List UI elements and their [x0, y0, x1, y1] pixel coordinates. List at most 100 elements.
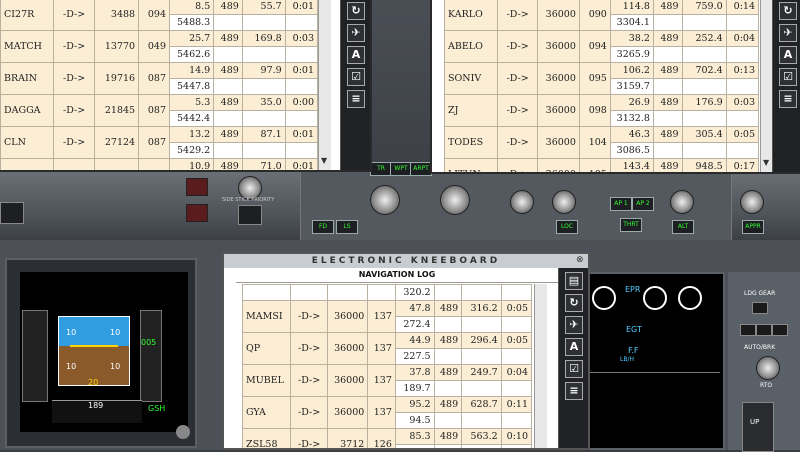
kneeboard-toolbar: ↻ ✈ A ☑ ≡	[340, 0, 370, 170]
checklist-icon[interactable]: ☑	[347, 68, 365, 86]
master-caution-light[interactable]	[186, 204, 208, 222]
waypoint-cell: ARTOV	[0, 158, 55, 170]
aircraft-icon[interactable]: ✈	[347, 24, 365, 42]
glareshield-switch-left[interactable]	[0, 202, 24, 224]
table-row[interactable]: SONIV -D-> 36000 095 106.2 489 702.4 0:13	[444, 62, 759, 95]
empty-cell	[433, 380, 463, 397]
time-cell: 0:01	[284, 62, 318, 79]
autobrk-label: AUTO/BRK	[744, 344, 776, 351]
scrollbar[interactable]	[534, 284, 547, 448]
table-row[interactable]: CI27R -D-> 3488 094 8.5 489 55.7 0:01	[0, 0, 318, 31]
time-cell: 0:11	[500, 396, 532, 413]
refresh-icon[interactable]: ↻	[347, 2, 365, 20]
empty-cell	[284, 46, 318, 63]
time-cell: 0:01	[284, 126, 318, 143]
table-row[interactable]: ARTOV-D->3146507510.948971.00:01	[0, 158, 318, 170]
table-row[interactable]: MATCH -D-> 13770 049 25.7 489 169.8 0:03	[0, 30, 318, 63]
pfd-brightness-knob[interactable]	[176, 425, 190, 439]
scrollbar[interactable]: ▼	[318, 0, 331, 170]
table-row[interactable]: DAGGA -D-> 21845 087 5.3 489 35.0 0:00	[0, 94, 318, 127]
table-row[interactable]: ZSL58 -D-> 3712 126 85.3 489 563.2 0:10	[242, 428, 532, 448]
appr-button[interactable]: APPR	[742, 220, 764, 234]
refresh-icon[interactable]: ↻	[565, 294, 583, 312]
waypoint-cell: MATCH	[0, 30, 55, 63]
altitude-cell: 31465	[93, 158, 140, 170]
table-row[interactable]: LITUN-D->36000105143.4489948.50:17	[444, 158, 759, 172]
efis-tr-button[interactable]: TR	[370, 162, 392, 176]
table-row[interactable]: GYA -D-> 36000 137 95.2 489 628.7 0:11	[242, 396, 532, 429]
altitude-cell: 19716	[93, 62, 140, 95]
alt-knob[interactable]	[670, 190, 694, 214]
table-row[interactable]: QP -D-> 36000 137 44.9 489 296.4 0:05	[242, 332, 532, 365]
empty-cell	[681, 110, 727, 127]
gear-lever[interactable]	[742, 402, 774, 452]
fd-button[interactable]: FD	[312, 220, 334, 234]
text-icon[interactable]: A	[347, 46, 365, 64]
table-row: 320.2	[242, 284, 532, 301]
table-row[interactable]: ZJ -D-> 36000 098 26.9 489 176.9 0:03	[444, 94, 759, 127]
checklist-icon[interactable]: ☑	[565, 360, 583, 378]
close-icon[interactable]: ⊗	[576, 255, 584, 265]
time-cell: 0:01	[284, 0, 318, 15]
ap1-button[interactable]: AP 1	[610, 197, 632, 211]
vs-knob[interactable]	[740, 190, 764, 214]
aircraft-icon[interactable]: ✈	[565, 316, 583, 334]
spd-knob[interactable]	[510, 190, 534, 214]
empty-cell	[213, 46, 243, 63]
direct-to-cell: -D->	[497, 30, 539, 63]
loc-button[interactable]: LOC	[556, 220, 578, 234]
hdg-knob[interactable]	[552, 190, 576, 214]
efis-mode-knob[interactable]	[370, 185, 400, 215]
athr-button[interactable]: THRT	[620, 218, 642, 232]
text-icon[interactable]: A	[565, 338, 583, 356]
table-row[interactable]: TODES -D-> 36000 104 46.3 489 305.4 0:05	[444, 126, 759, 159]
autobrake-knob[interactable]	[756, 356, 780, 380]
pitch-label-20: 20	[88, 378, 99, 387]
fuel-used-cell: 87.1	[241, 126, 286, 143]
text-icon[interactable]: A	[779, 46, 797, 64]
scroll-down-arrow[interactable]: ▼	[763, 158, 769, 167]
table-row[interactable]: MUBEL -D-> 36000 137 37.8 489 249.7 0:04	[242, 364, 532, 397]
document-icon[interactable]: ≡	[565, 382, 583, 400]
empty-cell	[433, 316, 463, 333]
waypoint-cell: KARLO	[444, 0, 499, 31]
time-cell: 0:17	[725, 158, 759, 172]
pitch-label-down-right: 10	[110, 362, 121, 371]
document-icon[interactable]: ≡	[347, 90, 365, 108]
table-row[interactable]: MAMSI -D-> 36000 137 47.8 489 316.2 0:05	[242, 300, 532, 333]
empty-cell	[652, 14, 683, 31]
time-cell: 0:03	[725, 94, 759, 111]
kneeboard-header: ELECTRONIC KNEEBOARD	[224, 254, 588, 268]
pitch-label-up-left: 10	[66, 328, 77, 337]
document-icon[interactable]: ≡	[779, 90, 797, 108]
empty-cell	[242, 284, 292, 301]
groundspeed-cell: 489	[213, 62, 243, 79]
table-row[interactable]: BRAIN -D-> 19716 087 14.9 489 97.9 0:01	[0, 62, 318, 95]
table-row[interactable]: ABELO -D-> 36000 094 38.2 489 252.4 0:04	[444, 30, 759, 63]
groundspeed-cell: 489	[213, 94, 243, 111]
ls-button[interactable]: LS	[336, 220, 358, 234]
checklist-icon[interactable]: ☑	[779, 68, 797, 86]
table-row[interactable]: KARLO -D-> 36000 090 114.8 489 759.0 0:14	[444, 0, 759, 31]
direct-to-cell: -D->	[497, 158, 539, 172]
efis-arpt-button[interactable]: ARPT	[410, 162, 432, 176]
empty-cell	[681, 14, 727, 31]
side-stick-priority-button[interactable]	[238, 205, 262, 225]
table-row[interactable]: CLN -D-> 27124 087 13.2 489 87.1 0:01	[0, 126, 318, 159]
efis-range-knob[interactable]	[440, 185, 470, 215]
empty-cell	[652, 46, 683, 63]
groundspeed-cell: 489	[433, 396, 463, 413]
efis-wpt-button[interactable]: WPT	[390, 162, 412, 176]
empty-cell	[652, 142, 683, 159]
scroll-down-arrow[interactable]: ▼	[321, 156, 327, 165]
ap2-button[interactable]: AP 2	[632, 197, 654, 211]
master-warning-light[interactable]	[186, 178, 208, 196]
empty-cell	[241, 110, 286, 127]
alt-button[interactable]: ALT	[672, 220, 694, 234]
empty-cell	[213, 110, 243, 127]
calc-icon[interactable]: ▤	[565, 272, 583, 290]
time-cell: 0:05	[500, 332, 532, 349]
empty-cell	[725, 14, 759, 31]
aircraft-icon[interactable]: ✈	[779, 24, 797, 42]
refresh-icon[interactable]: ↻	[779, 2, 797, 20]
